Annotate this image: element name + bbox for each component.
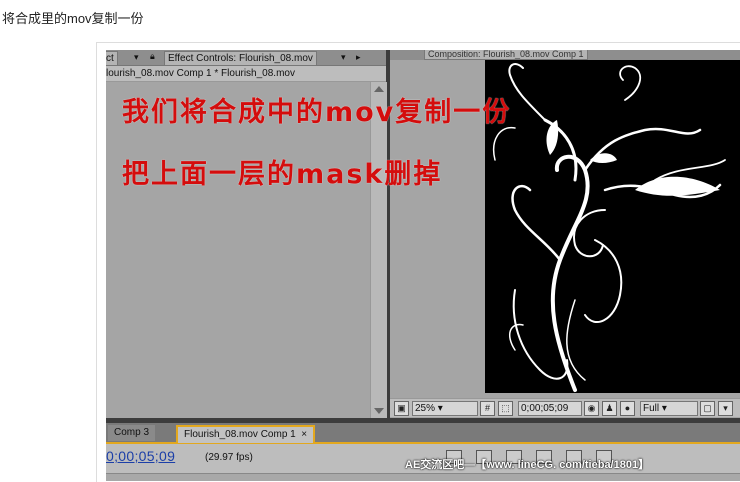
current-time-field[interactable]: 0;00;05;09 [518, 401, 582, 416]
tab-close-icon[interactable]: × [301, 429, 307, 440]
composition-tabbar: Composition: Flourish_08.mov Comp 1 [390, 50, 740, 60]
timeline-tabbar: Comp 3 Flourish_08.mov Comp 1 × [106, 423, 740, 444]
scroll-down-icon[interactable] [374, 408, 384, 414]
lock-icon[interactable]: 🔒︎ [150, 51, 155, 62]
overlay-line-1: 我们将合成中的mov复制一份 [122, 97, 512, 128]
tab-composition[interactable]: Composition: Flourish_08.mov Comp 1 [424, 50, 588, 60]
snapshot-icon[interactable]: ◉ [584, 401, 599, 416]
tab-partial[interactable]: ct [106, 51, 118, 65]
channel-icon[interactable]: ● [620, 401, 635, 416]
composition-footer-bar: ▣ 25% ▾ # ⬚ 0;00;05;09 ◉ ♟ ● Full ▾ ▢ ▾ [390, 398, 740, 417]
tab-flourish-comp[interactable]: Flourish_08.mov Comp 1 × [176, 425, 316, 443]
watermark: AE交流区吧—【www. lineCG. com/tieba/1801】 [405, 459, 650, 471]
tab-comp-3[interactable]: Comp 3 [108, 425, 156, 441]
post-title: 将合成里的mov复制一份 [2, 11, 144, 26]
timeline-panel: 0;00;05;09 (29.97 fps) AE交流区吧—【www. line… [106, 444, 740, 481]
resolution-value: Full [643, 403, 660, 414]
tab-close-icon[interactable]: ▾ [134, 52, 139, 63]
overlay-line-2: 把上面一层的mask删掉 [122, 159, 443, 190]
tab-menu-icon[interactable]: ▾ [341, 52, 346, 63]
magnification-value: 25% [415, 403, 436, 414]
toggle-transparency-icon[interactable]: ▾ [718, 401, 733, 416]
timeline-timecode[interactable]: 0;00;05;09 [106, 448, 175, 464]
flourish-artwork [493, 63, 726, 392]
resolution-dropdown[interactable]: Full ▾ [640, 401, 698, 416]
tab-flourish-comp-label: Flourish_08.mov Comp 1 [184, 429, 296, 440]
show-snapshot-icon[interactable]: ♟ [602, 401, 617, 416]
timeline-fps: (29.97 fps) [205, 452, 253, 463]
tab-effect-controls[interactable]: Effect Controls: Flourish_08.mov [164, 51, 317, 65]
always-preview-icon[interactable]: ▣ [394, 401, 409, 416]
left-panel-tabbar: ct ▾ 🔒︎ Effect Controls: Flourish_08.mov… [106, 50, 386, 66]
panel-expand-icon[interactable]: ▸ [356, 52, 361, 63]
effect-controls-layer-path: lourish_08.mov Comp 1 * Flourish_08.mov [106, 66, 386, 82]
fast-previews-icon[interactable]: ▢ [700, 401, 715, 416]
left-panel-scrollbar[interactable] [370, 82, 387, 418]
magnification-dropdown[interactable]: 25% ▾ [412, 401, 478, 416]
grid-icon[interactable]: # [480, 401, 495, 416]
region-of-interest-icon[interactable]: ⬚ [498, 401, 513, 416]
composition-canvas[interactable] [485, 60, 740, 393]
timeline-layer-row [106, 473, 740, 481]
